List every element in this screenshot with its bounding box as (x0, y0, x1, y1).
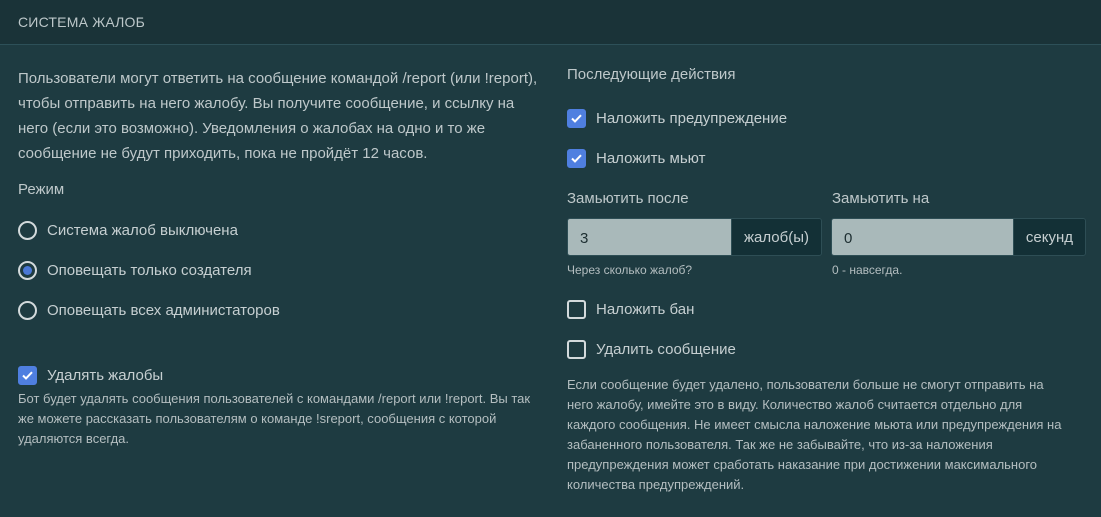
mute-for-group: 0 секунд (831, 218, 1086, 256)
section-header: СИСТЕМА ЖАЛОБ (0, 0, 1101, 45)
mute-after-unit: жалоб(ы) (730, 219, 821, 255)
mute-after-input[interactable]: 3 (568, 219, 731, 255)
checkbox-warn[interactable]: Наложить предупреждение (567, 108, 787, 128)
section-title: СИСТЕМА ЖАЛОБ (18, 14, 146, 30)
checkbox-ban[interactable]: Наложить бан (567, 299, 694, 319)
radio-mode-off[interactable]: Система жалоб выключена (18, 220, 238, 240)
checkbox-warn-label: Наложить предупреждение (596, 109, 788, 127)
radio-mode-admins[interactable]: Оповещать всех администаторов (18, 300, 280, 320)
checkbox-delete-message-icon[interactable] (567, 339, 586, 359)
delete-reports-description: Бот будет удалять сообщения пользователе… (18, 391, 531, 446)
mute-for-input[interactable]: 0 (832, 219, 1013, 255)
radio-owner-label: Оповещать только создателя (47, 261, 252, 279)
checkbox-ban-icon[interactable] (567, 299, 586, 319)
checkbox-mute[interactable]: Наложить мьют (567, 148, 705, 168)
checkbox-mute-label: Наложить мьют (596, 149, 706, 167)
checkbox-delete-reports[interactable]: Удалять жалобы (18, 365, 163, 385)
check-icon (571, 114, 582, 123)
radio-off-icon[interactable] (18, 220, 37, 240)
actions-note: Если сообщение будет удалено, пользовате… (567, 377, 1062, 492)
check-icon (571, 154, 582, 163)
radio-admins-label: Оповещать всех администаторов (47, 301, 280, 319)
check-icon (22, 371, 33, 380)
checkbox-delete-message-label: Удалить сообщение (596, 340, 736, 358)
mute-for-label: Замьютить на (832, 190, 930, 207)
mode-label: Режим (18, 181, 65, 198)
right-column: Последующие действия Наложить предупрежд… (567, 66, 1087, 492)
checkbox-delete-message[interactable]: Удалить сообщение (567, 339, 736, 359)
checkbox-mute-icon[interactable] (567, 148, 586, 168)
checkbox-warn-icon[interactable] (567, 108, 586, 128)
mute-after-label: Замьютить после (567, 190, 689, 207)
radio-mode-owner[interactable]: Оповещать только создателя (18, 260, 252, 280)
checkbox-delete-reports-label: Удалять жалобы (47, 366, 164, 384)
actions-label: Последующие действия (567, 66, 736, 83)
radio-owner-icon[interactable] (18, 260, 37, 280)
radio-off-label: Система жалоб выключена (47, 221, 238, 239)
checkbox-ban-label: Наложить бан (596, 300, 695, 318)
mute-for-unit: секунд (1012, 219, 1085, 255)
intro-text: Пользователи могут ответить на сообщение… (18, 70, 538, 162)
mute-after-hint: Через сколько жалоб? (567, 263, 693, 277)
mute-after-group: 3 жалоб(ы) (567, 218, 822, 256)
mute-for-hint: 0 - навсегда. (832, 263, 903, 277)
radio-selected-dot (23, 265, 32, 275)
radio-admins-icon[interactable] (18, 300, 37, 320)
checkbox-delete-reports-icon[interactable] (18, 365, 37, 385)
left-column: Пользователи могут ответить на сообщение… (18, 66, 543, 446)
